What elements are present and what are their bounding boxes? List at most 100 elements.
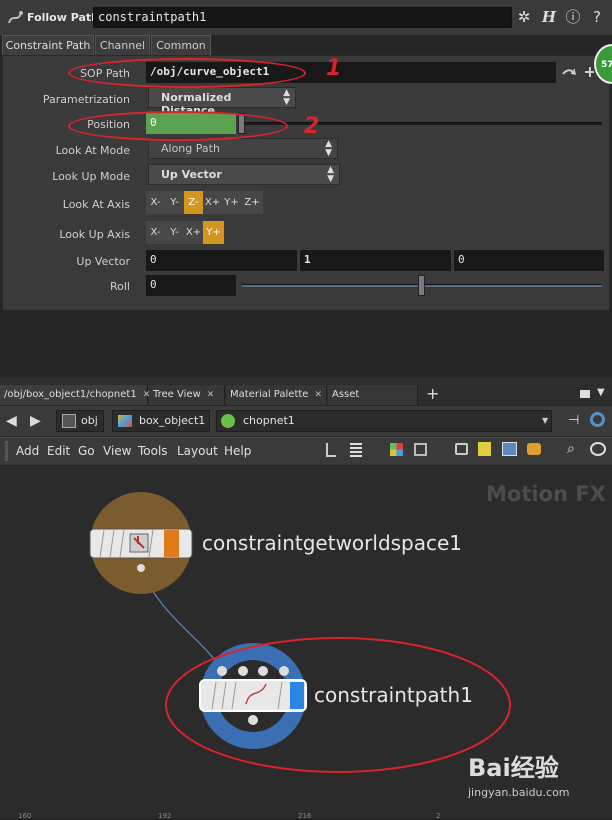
dropdown-arrows-icon: ▲ ▼ <box>283 88 290 107</box>
node-label-constraintgetworldspace1: constraintgetworldspace1 <box>202 531 463 555</box>
obj-context-icon <box>62 414 76 428</box>
color-palette-icon[interactable] <box>390 443 403 456</box>
tab-constraint-path[interactable]: Constraint Path <box>2 35 94 56</box>
path-dropdown-arrow-icon[interactable]: ▼ <box>542 416 548 425</box>
add-tab-icon[interactable]: + <box>426 384 439 404</box>
houdini-help-icon[interactable]: H <box>540 8 558 26</box>
look-at-axis-x-minus[interactable]: X- <box>146 191 165 214</box>
roll-slider-handle[interactable] <box>418 275 425 296</box>
search-icon[interactable]: ⌕ <box>567 441 575 457</box>
tab-common[interactable]: Common <box>151 35 211 56</box>
look-at-axis-z-minus[interactable]: Z- <box>184 191 203 214</box>
back-arrow-icon[interactable]: ◀ <box>6 413 17 429</box>
pane-tab-tree-view[interactable]: Tree View ✕ <box>149 385 225 405</box>
close-icon[interactable]: ✕ <box>314 390 322 400</box>
ruler-number: 192 <box>158 812 172 820</box>
pane-tab-material-palette[interactable]: Material Palette ✕ <box>226 385 327 405</box>
look-at-axis-y-plus[interactable]: Y+ <box>222 191 241 214</box>
annotation-number-2: 2 <box>304 114 320 139</box>
pin-icon[interactable]: ⊣ <box>568 413 579 428</box>
look-at-mode-label: Look At Mode <box>55 144 130 157</box>
shape-palette-icon[interactable] <box>414 443 427 456</box>
look-up-mode-value: Up Vector <box>161 168 222 181</box>
close-icon[interactable]: ✕ <box>207 390 215 400</box>
annotation-number-1: 1 <box>326 56 342 81</box>
output-connector[interactable] <box>248 715 258 725</box>
look-at-axis-y-minus[interactable]: Y- <box>165 191 184 214</box>
up-vector-z-field[interactable]: 0 <box>454 250 604 271</box>
look-at-axis-label: Look At Axis <box>62 198 130 211</box>
tree-layout-icon[interactable] <box>326 443 336 457</box>
help-icon[interactable]: ? <box>588 8 606 26</box>
pane-tab-material-palette-label: Material Palette <box>230 389 309 400</box>
parametrization-label: Parametrization <box>42 93 130 106</box>
node-type-label: Follow Path <box>27 11 99 24</box>
look-at-mode-value: Along Path <box>161 142 220 155</box>
look-up-axis-x-minus[interactable]: X- <box>146 221 165 244</box>
menu-layout[interactable]: Layout <box>177 444 218 458</box>
ruler-number: 160 <box>18 812 32 820</box>
roll-field[interactable]: 0 <box>146 275 236 296</box>
tab-channel[interactable]: Channel <box>95 35 150 56</box>
input-connector[interactable] <box>258 666 268 676</box>
look-up-axis-label: Look Up Axis <box>59 228 130 241</box>
ruler-number: 2 <box>436 812 441 820</box>
follow-path-node-icon <box>8 11 23 24</box>
roll-label: Roll <box>110 280 130 293</box>
dot-tool-icon[interactable] <box>527 443 541 455</box>
look-up-mode-label: Look Up Mode <box>52 170 130 183</box>
input-connector[interactable] <box>238 666 248 676</box>
breadcrumb-chopnet1[interactable]: chopnet1 <box>216 410 552 432</box>
display-flag-blue[interactable] <box>290 682 304 709</box>
baidu-url: jingyan.baidu.com <box>468 786 570 799</box>
baidu-logo: Bai经验 <box>468 754 559 782</box>
annotation-circle-position <box>68 111 288 141</box>
pane-tab-network[interactable]: /obj/box_object1/chopnet1 ✕ <box>0 385 150 405</box>
pane-menu-arrow-icon[interactable]: ▼ <box>597 387 605 398</box>
look-at-axis-z-plus[interactable]: Z+ <box>241 191 263 214</box>
link-pane-icon[interactable] <box>590 412 605 427</box>
info-icon[interactable]: ⓘ <box>564 8 582 26</box>
parametrization-dropdown[interactable]: Normalized Distance ▲ ▼ <box>148 87 296 117</box>
look-at-mode-dropdown[interactable]: Along Path ▲ ▼ <box>148 138 338 159</box>
eye-icon[interactable] <box>590 442 606 456</box>
input-connector[interactable] <box>279 666 289 676</box>
input-connector[interactable] <box>217 666 227 676</box>
look-up-axis-x-plus[interactable]: X+ <box>184 221 203 244</box>
pane-tab-asset-browser[interactable]: Asset Browser✕ <box>328 385 418 420</box>
look-at-axis-x-plus[interactable]: X+ <box>203 191 222 214</box>
chop-network-icon <box>221 414 235 428</box>
position-slider-track[interactable] <box>242 122 602 125</box>
output-connector[interactable] <box>137 564 145 572</box>
list-view-icon[interactable] <box>350 443 362 457</box>
look-up-axis-y-plus[interactable]: Y+ <box>203 221 224 244</box>
up-vector-label: Up Vector <box>76 255 130 268</box>
dropdown-arrows-icon: ▲ ▼ <box>325 139 332 158</box>
menu-tools[interactable]: Tools <box>138 444 168 458</box>
up-vector-x-field[interactable]: 0 <box>146 250 297 271</box>
node-name-field[interactable]: constraintpath1 <box>93 7 512 28</box>
gear-icon[interactable]: ✲ <box>515 8 533 26</box>
sticky-note-icon[interactable] <box>478 442 491 456</box>
maximize-pane-icon[interactable] <box>580 390 590 398</box>
forward-arrow-icon[interactable]: ▶ <box>30 413 41 429</box>
dropdown-arrows-icon: ▲ ▼ <box>327 165 334 184</box>
menu-go[interactable]: Go <box>78 444 95 458</box>
menu-help[interactable]: Help <box>224 444 251 458</box>
look-up-mode-dropdown[interactable]: Up Vector ▲ ▼ <box>148 164 340 185</box>
ruler-number: 216 <box>298 812 312 820</box>
background-image-icon[interactable] <box>502 442 517 456</box>
jump-to-node-icon[interactable] <box>561 65 577 79</box>
geometry-object-icon <box>118 415 132 427</box>
look-up-axis-y-minus[interactable]: Y- <box>165 221 184 244</box>
network-box-icon[interactable] <box>455 443 468 455</box>
annotation-circle-sop-path <box>68 58 306 88</box>
display-flag[interactable] <box>164 530 179 557</box>
menu-add[interactable]: Add <box>16 444 39 458</box>
menu-edit[interactable]: Edit <box>47 444 70 458</box>
node-label-constraintpath1: constraintpath1 <box>314 683 473 707</box>
up-vector-y-field[interactable]: 1 <box>300 250 451 271</box>
pane-tab-network-label: /obj/box_object1/chopnet1 <box>4 389 137 400</box>
pane-tab-tree-view-label: Tree View <box>153 389 201 400</box>
menu-view[interactable]: View <box>103 444 131 458</box>
